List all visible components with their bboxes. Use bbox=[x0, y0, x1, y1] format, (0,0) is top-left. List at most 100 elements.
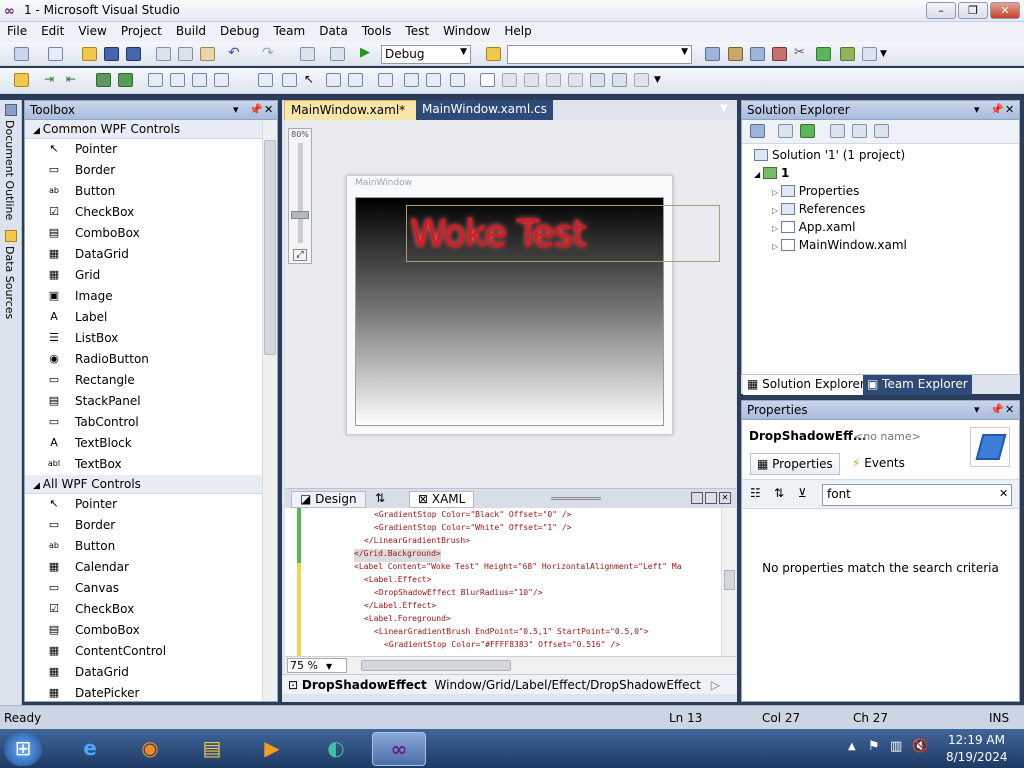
visual-studio-taskbar-icon[interactable]: ∞ bbox=[372, 732, 426, 766]
object-browser-icon[interactable] bbox=[750, 47, 765, 61]
solution-config-combo[interactable]: Debug ▼ bbox=[381, 45, 471, 64]
preview-icon[interactable] bbox=[612, 73, 627, 87]
code-line[interactable]: <GradientStop Color="Black" Offset="0" /… bbox=[374, 510, 571, 523]
toolbox-group-all[interactable]: ◢ All WPF Controls bbox=[25, 475, 277, 494]
outdent-icon[interactable]: ⇤ bbox=[66, 73, 81, 87]
start-debugging-icon[interactable]: ▶ bbox=[360, 46, 375, 61]
zoom-track[interactable] bbox=[298, 143, 303, 243]
show-grid-icon[interactable] bbox=[568, 73, 583, 87]
code-line[interactable]: <GradientStop Color="White" Offset="1" /… bbox=[374, 523, 571, 536]
toolbox-icon[interactable] bbox=[772, 47, 787, 61]
toolbox-item-radiobutton[interactable]: ◉ RadioButton bbox=[25, 349, 277, 370]
toolbox-item-grid[interactable]: ▦ Grid bbox=[25, 265, 277, 286]
save-icon[interactable] bbox=[104, 47, 119, 61]
vertical-split-icon[interactable] bbox=[691, 492, 703, 504]
tree-project[interactable]: ◢ 1 bbox=[754, 166, 789, 180]
lock-controls-icon[interactable] bbox=[524, 73, 539, 87]
menu-data[interactable]: Data bbox=[312, 22, 355, 38]
code-line[interactable]: <Label.Foreground> bbox=[364, 614, 451, 627]
woke-test-label[interactable]: Woke Test bbox=[410, 212, 587, 255]
zoom-thumb[interactable] bbox=[291, 211, 309, 219]
document-outline-tab[interactable]: Document Outline bbox=[3, 120, 16, 220]
align-left-icon[interactable] bbox=[148, 73, 163, 87]
scrollbar-thumb[interactable] bbox=[264, 140, 276, 355]
restore-button[interactable]: ❐ bbox=[958, 2, 988, 19]
properties-window-icon[interactable] bbox=[728, 47, 743, 61]
chevron-down-icon[interactable]: ▾ bbox=[974, 103, 980, 116]
toolbox-item-textblock[interactable]: A TextBlock bbox=[25, 433, 277, 454]
code-line[interactable]: <Label Content="Woke Test" Height="68" H… bbox=[354, 562, 682, 575]
menu-test[interactable]: Test bbox=[398, 22, 436, 38]
tab-events[interactable]: ⚡ Events bbox=[846, 453, 911, 475]
tab-xaml[interactable]: ⊠ XAML bbox=[409, 491, 475, 508]
make-same-width-icon[interactable] bbox=[258, 73, 273, 87]
tab-solution-explorer[interactable]: ▦ Solution Explorer bbox=[743, 375, 869, 395]
toolbox-item-datagrid[interactable]: ▦ DataGrid bbox=[25, 662, 277, 683]
undo-icon[interactable]: ↶ bbox=[228, 46, 243, 61]
collapse-pane-icon[interactable]: ✕ bbox=[719, 492, 731, 504]
clock-time[interactable]: 12:19 AM bbox=[948, 733, 1005, 747]
breadcrumb-path[interactable]: Window/Grid/Label/Effect/DropShadowEffec… bbox=[435, 678, 701, 692]
splitter-grip[interactable] bbox=[551, 497, 601, 500]
toolbox-item-label[interactable]: A Label bbox=[25, 307, 277, 328]
menu-file[interactable]: File bbox=[0, 22, 34, 38]
toolbox-item-datagrid[interactable]: ▦ DataGrid bbox=[25, 244, 277, 265]
size-to-grid-icon[interactable] bbox=[326, 73, 341, 87]
center-vertically-icon[interactable] bbox=[426, 73, 441, 87]
command-window-icon[interactable] bbox=[862, 47, 877, 61]
code-line[interactable]: <GradientStop Color="#FFFF8383" Offset="… bbox=[384, 640, 620, 653]
swap-panes-button[interactable]: ⇅ bbox=[367, 491, 393, 508]
toolbox-item-contentcontrol[interactable]: ▦ ContentControl bbox=[25, 641, 277, 662]
bookmark-icon[interactable] bbox=[96, 73, 111, 87]
tab-design[interactable]: ◪ Design bbox=[291, 491, 366, 508]
toolbox-item-calendar[interactable]: ▦ Calendar bbox=[25, 557, 277, 578]
align-center-icon[interactable] bbox=[170, 73, 185, 87]
clear-search-icon[interactable]: ✕ bbox=[999, 487, 1008, 500]
xaml-horizontal-scrollbar[interactable]: 75 % ▼ bbox=[285, 656, 736, 674]
menu-view[interactable]: View bbox=[71, 22, 113, 38]
menu-debug[interactable]: Debug bbox=[213, 22, 266, 38]
menu-team[interactable]: Team bbox=[266, 22, 312, 38]
fit-to-window-icon[interactable]: ⤢ bbox=[293, 249, 307, 261]
toolbox-item-button[interactable]: ab Button bbox=[25, 181, 277, 202]
format-icon[interactable] bbox=[590, 73, 605, 87]
volume-muted-icon[interactable]: 🔇 bbox=[912, 739, 928, 754]
zoom-slider[interactable]: 80% ⤢ bbox=[288, 128, 312, 264]
selected-object-name[interactable]: <no name> bbox=[854, 430, 921, 443]
tree-node-app-xaml[interactable]: ▷ App.xaml bbox=[772, 220, 855, 234]
tree-node-references[interactable]: ▷ References bbox=[772, 202, 865, 216]
zoom-icon[interactable] bbox=[634, 73, 649, 87]
align-top-icon[interactable] bbox=[214, 73, 229, 87]
data-sources-tab[interactable]: Data Sources bbox=[3, 246, 16, 319]
pin-icon[interactable]: 📌 bbox=[990, 103, 1004, 116]
toolbox-item-pointer[interactable]: ↖ Pointer bbox=[25, 139, 277, 160]
close-button[interactable]: ✕ bbox=[990, 2, 1020, 19]
toolbox-item-checkbox[interactable]: ☑ CheckBox bbox=[25, 202, 277, 223]
add-item-icon[interactable] bbox=[48, 47, 63, 61]
navigate-backward-icon[interactable] bbox=[300, 47, 315, 61]
xaml-code-editor[interactable]: <GradientStop Color="Black" Offset="0" /… bbox=[285, 508, 736, 656]
menu-edit[interactable]: Edit bbox=[34, 22, 71, 38]
horizontal-spacing-icon[interactable] bbox=[348, 73, 363, 87]
bookmark-next-icon[interactable] bbox=[118, 73, 133, 87]
tools-icon[interactable]: ✂ bbox=[794, 46, 809, 61]
tab-team-explorer[interactable]: ▣ Team Explorer bbox=[863, 375, 972, 395]
extension-manager-icon[interactable] bbox=[840, 47, 855, 61]
show-hidden-icons[interactable]: ▲ bbox=[848, 741, 856, 752]
menu-tools[interactable]: Tools bbox=[355, 22, 399, 38]
rectangle-icon[interactable] bbox=[480, 73, 495, 87]
menu-help[interactable]: Help bbox=[497, 22, 538, 38]
internet-explorer-icon[interactable]: e bbox=[70, 732, 110, 766]
close-icon[interactable]: ✕ bbox=[1005, 403, 1014, 416]
cut-icon[interactable] bbox=[156, 47, 171, 61]
tree-node-mainwindow-xaml[interactable]: ▷ MainWindow.xaml bbox=[772, 238, 907, 252]
pin-icon[interactable]: 📌 bbox=[249, 103, 263, 116]
refresh-icon[interactable] bbox=[800, 124, 815, 138]
clock-date[interactable]: 8/19/2024 bbox=[946, 750, 1008, 764]
menu-build[interactable]: Build bbox=[169, 22, 213, 38]
property-search-input[interactable]: font ✕ bbox=[822, 484, 1012, 506]
start-button[interactable]: ⊞ bbox=[4, 732, 42, 766]
indent-icon[interactable]: ⇥ bbox=[44, 73, 59, 87]
solution-explorer-icon[interactable] bbox=[705, 47, 720, 61]
tree-solution[interactable]: Solution '1' (1 project) bbox=[754, 148, 905, 162]
